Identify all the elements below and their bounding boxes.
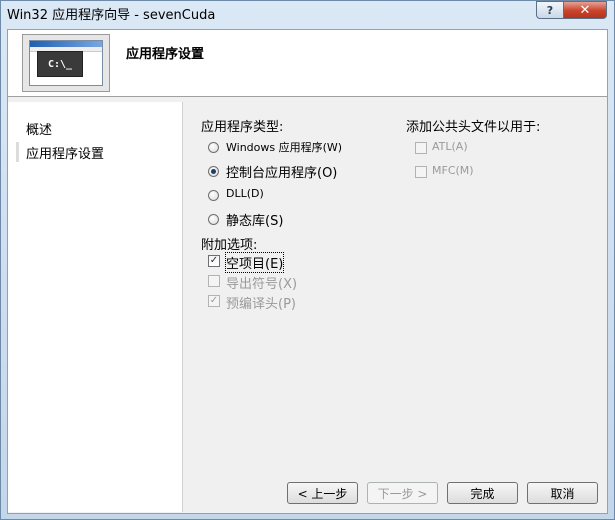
page-title: 应用程序设置 <box>126 47 205 62</box>
nav-pane: 概述 应用程序设置 <box>8 102 183 512</box>
wizard-header: C:\_ 应用程序设置 <box>8 30 607 97</box>
wizard-window: Win32 应用程序向导 - sevenCuda ? ✕ C:\_ 应用程序设置… <box>0 0 615 520</box>
nav-item-overview[interactable]: 概述 <box>26 119 52 138</box>
window-title: Win32 应用程序向导 - sevenCuda <box>7 8 216 23</box>
checkbox-precompiled-header-label[interactable]: 预编译头(P) <box>226 293 296 312</box>
radio-dll[interactable] <box>208 190 219 201</box>
help-icon: ? <box>546 3 554 17</box>
nav-item-app-settings[interactable]: 应用程序设置 <box>26 143 104 162</box>
radio-dll-label[interactable]: DLL(D) <box>226 187 264 200</box>
extra-options-heading: 附加选项: <box>201 238 258 253</box>
checkbox-atl-label[interactable]: ATL(A) <box>432 140 468 153</box>
back-button[interactable]: < 上一步 <box>287 482 358 504</box>
console-app-banner-icon: C:\_ <box>22 34 110 92</box>
radio-console-app[interactable] <box>208 166 219 177</box>
close-button[interactable]: ✕ <box>563 1 607 19</box>
checkbox-precompiled-header[interactable]: ✓ <box>208 295 220 307</box>
radio-console-app-label[interactable]: 控制台应用程序(O) <box>226 162 337 181</box>
checkbox-empty-project[interactable]: ✓ <box>208 255 220 267</box>
radio-static-lib-label[interactable]: 静态库(S) <box>226 210 283 229</box>
next-button[interactable]: 下一步 > <box>367 482 438 504</box>
checkbox-export-symbols-label[interactable]: 导出符号(X) <box>226 273 297 292</box>
finish-button[interactable]: 完成 <box>447 482 518 504</box>
help-button[interactable]: ? <box>536 1 564 19</box>
radio-windows-app-label[interactable]: Windows 应用程序(W) <box>226 139 342 155</box>
nav-selection-indicator <box>16 142 19 162</box>
radio-windows-app[interactable] <box>208 142 219 153</box>
cancel-button[interactable]: 取消 <box>527 482 598 504</box>
console-prompt-graphic: C:\_ <box>37 51 83 77</box>
title-bar[interactable]: Win32 应用程序向导 - sevenCuda ? ✕ <box>1 1 614 23</box>
close-icon: ✕ <box>579 2 591 18</box>
checkbox-mfc[interactable] <box>415 166 427 178</box>
checkbox-export-symbols[interactable] <box>208 275 220 287</box>
settings-pane: 应用程序类型: Windows 应用程序(W) 控制台应用程序(O) DLL(D… <box>185 102 607 512</box>
radio-static-lib[interactable] <box>208 214 219 225</box>
checkbox-empty-project-label[interactable]: 空项目(E) <box>224 252 285 273</box>
common-headers-heading: 添加公共头文件以用于: <box>406 120 541 135</box>
checkbox-atl[interactable] <box>415 142 427 154</box>
wizard-client-area: C:\_ 应用程序设置 概述 应用程序设置 应用程序类型: Windows 应用… <box>7 29 608 514</box>
app-type-heading: 应用程序类型: <box>201 120 284 135</box>
checkbox-mfc-label[interactable]: MFC(M) <box>432 164 474 177</box>
